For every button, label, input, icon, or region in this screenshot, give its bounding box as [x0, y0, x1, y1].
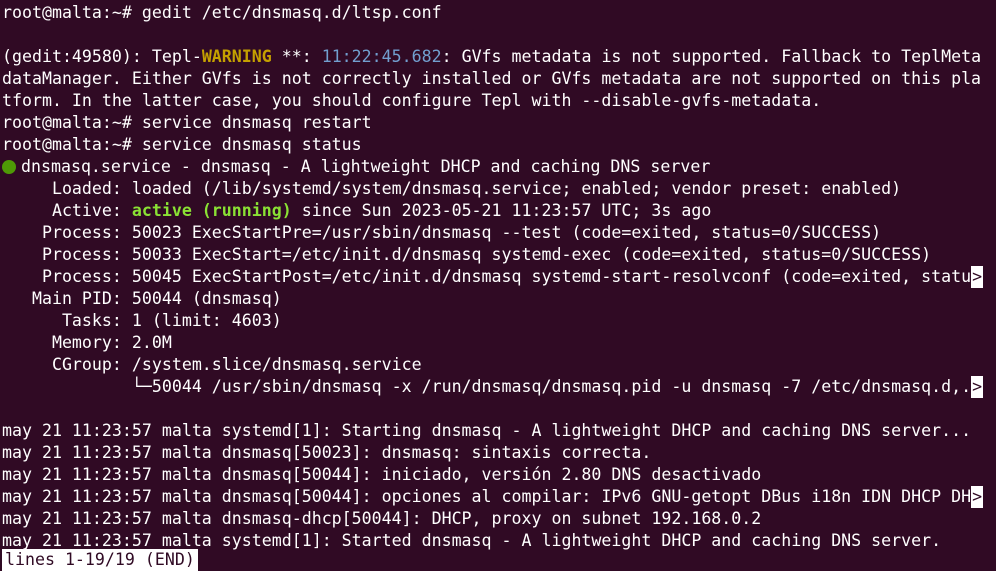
log-line-3: may 21 11:23:57 malta dnsmasq[50044]: in… — [2, 465, 762, 484]
active-label: Active: — [2, 201, 132, 220]
terminal-line-memory: Memory: 2.0M — [2, 333, 172, 352]
active-since: since Sun 2023-05-21 11:23:57 UTC; 3s ag… — [291, 201, 712, 220]
truncation-marker-icon: > — [971, 376, 984, 398]
log-line-5: may 21 11:23:57 malta dnsmasq-dhcp[50044… — [2, 509, 762, 528]
status-dot-icon — [2, 160, 16, 174]
process-3-text: Process: 50045 ExecStartPost=/etc/init.d… — [2, 267, 972, 286]
terminal-line-tasks: Tasks: 1 (limit: 4603) — [2, 311, 282, 330]
terminal-line-warning: (gedit:49580): Tepl-WARNING **: 11:22:45… — [2, 46, 981, 68]
log-line-4-text: may 21 11:23:57 malta dnsmasq[50044]: op… — [2, 487, 972, 506]
pager-status: lines 1-19/19 (END) — [2, 549, 198, 571]
truncation-marker-icon: > — [971, 486, 984, 508]
terminal-line-restart-command: root@malta:~# service dnsmasq restart — [2, 113, 372, 132]
terminal-line-cgroup-process: └─50044 /usr/sbin/dnsmasq -x /run/dnsmas… — [2, 376, 984, 398]
terminal-line-process-2: Process: 50033 ExecStart=/etc/init.d/dns… — [2, 245, 932, 264]
terminal-line-service-header: dnsmasq.service - dnsmasq - A lightweigh… — [2, 156, 710, 178]
terminal-line-process-1: Process: 50023 ExecStartPre=/usr/sbin/dn… — [2, 223, 882, 242]
log-line-4: may 21 11:23:57 malta dnsmasq[50044]: op… — [2, 486, 984, 508]
service-description: dnsmasq.service - dnsmasq - A lightweigh… — [21, 157, 711, 176]
terminal-line-gedit-command: root@malta:~# gedit /etc/dnsmasq.d/ltsp.… — [2, 3, 442, 22]
terminal-line-loaded: Loaded: loaded (/lib/systemd/system/dnsm… — [2, 179, 902, 198]
truncation-marker-icon: > — [971, 266, 984, 288]
terminal-line-process-3: Process: 50045 ExecStartPost=/etc/init.d… — [2, 266, 984, 288]
terminal-line-warning-cont-1: dataManager. Either GVfs is not correctl… — [2, 69, 982, 88]
terminal-line-status-command: root@malta:~# service dnsmasq status — [2, 135, 362, 154]
cgroup-process-text: └─50044 /usr/sbin/dnsmasq -x /run/dnsmas… — [2, 377, 972, 396]
terminal-line-warning-cont-2: tform. In the latter case, you should co… — [2, 91, 822, 110]
terminal-window[interactable]: root@malta:~# gedit /etc/dnsmasq.d/ltsp.… — [0, 0, 996, 571]
warning-sep: **: — [271, 47, 322, 66]
terminal-line-cgroup: CGroup: /system.slice/dnsmasq.service — [2, 355, 422, 374]
terminal-line-active: Active: active (running) since Sun 2023-… — [2, 200, 711, 222]
log-line-2: may 21 11:23:57 malta dnsmasq[50023]: dn… — [2, 443, 652, 462]
warning-timestamp: 11:22:45.682 — [321, 47, 442, 66]
warning-prefix: (gedit:49580): Tepl- — [2, 47, 202, 66]
warning-label: WARNING — [201, 47, 272, 66]
active-status: active (running) — [131, 201, 292, 220]
log-line-1: may 21 11:23:57 malta systemd[1]: Starti… — [2, 421, 972, 440]
warning-message: : GVfs metadata is not supported. Fallba… — [441, 47, 982, 66]
terminal-line-main-pid: Main PID: 50044 (dnsmasq) — [2, 289, 282, 308]
